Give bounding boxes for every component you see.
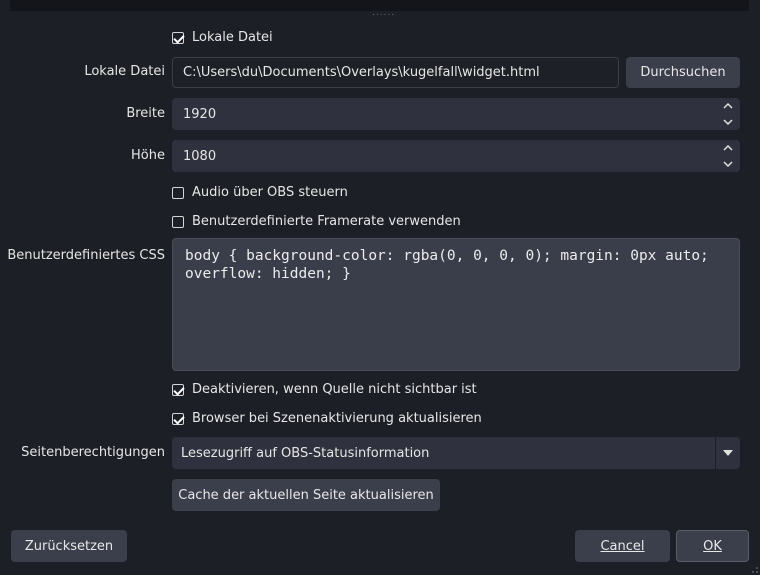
width-decrement-button[interactable] bbox=[716, 114, 740, 130]
checkbox-icon[interactable] bbox=[172, 412, 184, 425]
custom-framerate-checkbox[interactable]: Benutzerdefinierte Framerate verwenden bbox=[172, 214, 461, 229]
local-file-path: C:\Users\du\Documents\Overlays\kugelfall… bbox=[183, 65, 540, 80]
local-file-checkbox-label: Lokale Datei bbox=[192, 30, 273, 45]
resize-grip[interactable]: ...... bbox=[372, 9, 394, 18]
deactivate-when-hidden-label: Deaktivieren, wenn Quelle nicht sichtbar… bbox=[192, 382, 477, 397]
height-value: 1080 bbox=[183, 148, 217, 164]
width-increment-button[interactable] bbox=[716, 98, 740, 114]
chevron-up-icon bbox=[723, 145, 733, 151]
checkbox-icon[interactable] bbox=[172, 215, 184, 228]
css-line-1: body { background-color: rgba(0, 0, 0, 0… bbox=[185, 248, 709, 264]
page-permissions-value: Lesezugriff auf OBS-Statusinformation bbox=[181, 445, 430, 461]
local-file-checkbox[interactable]: Lokale Datei bbox=[172, 30, 273, 45]
ok-button[interactable]: OK bbox=[676, 530, 749, 562]
refresh-on-scene-activation-label: Browser bei Szenenaktivierung aktualisie… bbox=[192, 411, 482, 426]
cancel-button[interactable]: Cancel bbox=[575, 530, 670, 562]
css-line-2: overflow: hidden; } bbox=[185, 266, 351, 282]
audio-control-checkbox[interactable]: Audio über OBS steuern bbox=[172, 185, 348, 200]
height-increment-button[interactable] bbox=[716, 140, 740, 156]
caret-down-icon bbox=[723, 450, 733, 456]
checkbox-icon[interactable] bbox=[172, 383, 184, 396]
custom-framerate-label: Benutzerdefinierte Framerate verwenden bbox=[192, 214, 461, 229]
browse-button[interactable]: Durchsuchen bbox=[626, 57, 740, 88]
chevron-down-icon bbox=[723, 119, 733, 125]
width-spinbox[interactable]: 1920 bbox=[172, 98, 740, 130]
custom-css-editor[interactable]: body { background-color: rgba(0, 0, 0, 0… bbox=[172, 238, 740, 371]
chevron-up-icon bbox=[723, 103, 733, 109]
width-label: Breite bbox=[126, 106, 165, 121]
width-value: 1920 bbox=[183, 106, 217, 122]
cancel-button-label: Cancel bbox=[600, 538, 645, 554]
local-file-input[interactable]: C:\Users\du\Documents\Overlays\kugelfall… bbox=[172, 57, 619, 88]
checkbox-icon[interactable] bbox=[172, 186, 184, 199]
refresh-on-scene-activation-checkbox[interactable]: Browser bei Szenenaktivierung aktualisie… bbox=[172, 411, 482, 426]
audio-control-label: Audio über OBS steuern bbox=[192, 185, 348, 200]
dropdown-arrow[interactable] bbox=[715, 437, 740, 469]
size-grip-icon[interactable] bbox=[748, 565, 760, 575]
height-label: Höhe bbox=[131, 148, 165, 163]
height-spinbox[interactable]: 1080 bbox=[172, 140, 740, 172]
refresh-cache-button[interactable]: Cache der aktuellen Seite aktualisieren bbox=[172, 479, 440, 511]
chevron-down-icon bbox=[723, 161, 733, 167]
page-permissions-dropdown[interactable]: Lesezugriff auf OBS-Statusinformation bbox=[172, 437, 740, 469]
ok-button-label: OK bbox=[703, 538, 722, 554]
checkbox-icon[interactable] bbox=[172, 31, 184, 44]
reset-button[interactable]: Zurücksetzen bbox=[11, 530, 127, 562]
deactivate-when-hidden-checkbox[interactable]: Deaktivieren, wenn Quelle nicht sichtbar… bbox=[172, 382, 477, 397]
height-decrement-button[interactable] bbox=[716, 156, 740, 172]
local-file-label: Lokale Datei bbox=[84, 64, 165, 79]
page-permissions-label: Seitenberechtigungen bbox=[21, 445, 165, 460]
custom-css-label: Benutzerdefiniertes CSS bbox=[7, 248, 165, 263]
